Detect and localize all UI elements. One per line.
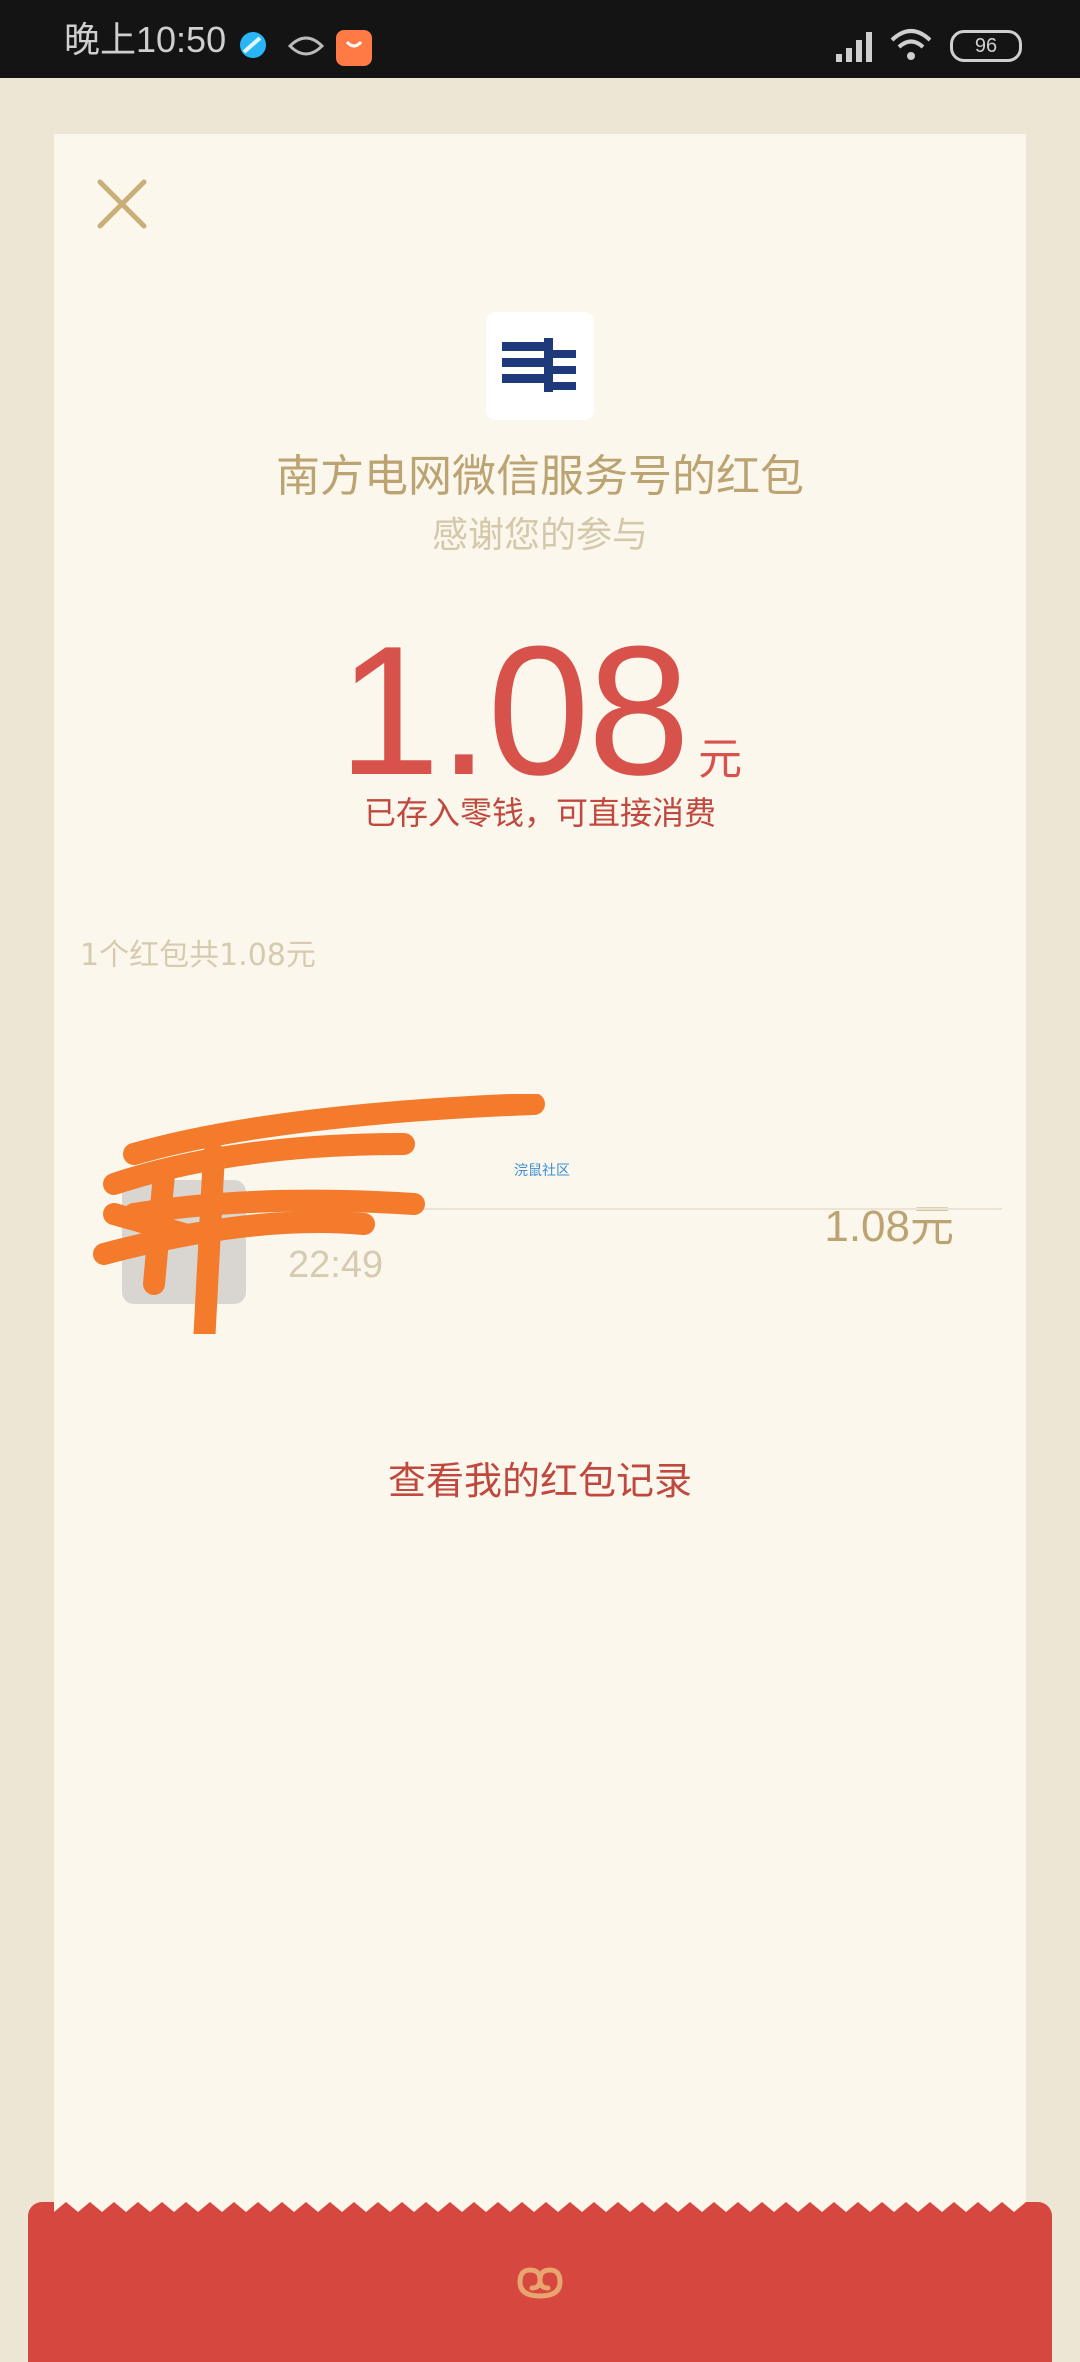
view-records-link[interactable]: 查看我的红包记录 [54, 1450, 1026, 1505]
stored-note[interactable]: 已存入零钱，可直接消费 [54, 788, 1026, 834]
red-packet-detail-card: 南方电网微信服务号的红包 感谢您的参与 1.08 元 已存入零钱，可直接消费 1个… [54, 134, 1026, 2254]
eye-notification-icon [288, 36, 324, 56]
amount-unit: 元 [698, 734, 743, 785]
blessing-text: 感谢您的参与 [431, 515, 648, 556]
divider [286, 1208, 1002, 1210]
cloud-emblem-icon [517, 2267, 563, 2299]
receive-time: 22:49 [288, 1244, 384, 1286]
sender-title: 南方电网微信服务号的红包 [276, 451, 804, 502]
status-bar: 晚上10:50 96 [0, 0, 1080, 78]
amount-value: 1.08 [337, 607, 690, 813]
avatar [122, 1180, 246, 1304]
zigzag-edge [54, 2198, 1026, 2212]
app-notification-icon [240, 32, 266, 58]
red-packet-bottom-band [28, 2198, 1052, 2362]
watermark: 浣鼠社区 [514, 1163, 570, 1179]
packet-summary: 1个红包共1.08元 [80, 938, 316, 973]
close-icon[interactable] [92, 174, 152, 234]
battery-indicator: 96 [950, 30, 1022, 62]
mall-notification-icon [336, 30, 372, 66]
signal-icon [836, 32, 872, 62]
sender-logo [486, 312, 594, 420]
recipient-name: R [288, 1184, 311, 1222]
recipient-amount: 1.08元 [824, 1202, 954, 1251]
status-time: 晚上10:50 [64, 19, 227, 60]
wifi-icon [890, 29, 932, 60]
amount-display: 1.08 元 [54, 604, 1026, 816]
csg-logo-icon [502, 338, 576, 392]
